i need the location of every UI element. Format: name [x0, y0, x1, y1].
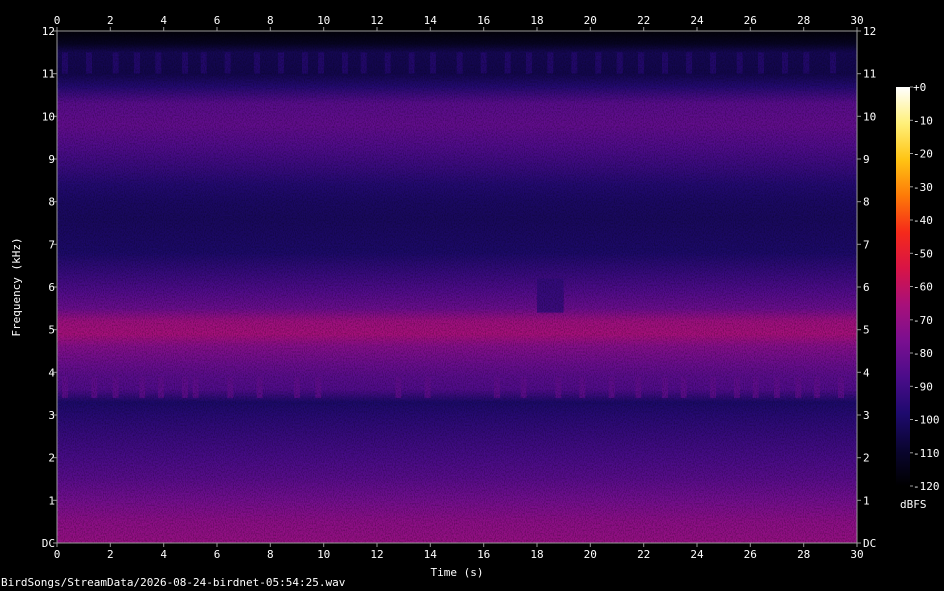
file-name-label: BirdSongs/StreamData/2026-08-24-birdnet-… [1, 576, 346, 589]
colorbar-tick-label: -40 [913, 214, 933, 227]
y-tick-label: 8 [863, 196, 870, 209]
y-tick-label: 6 [48, 281, 55, 294]
x-tick-label: 10 [317, 14, 330, 27]
x-axis-label: Time (s) [431, 566, 484, 579]
x-tick-label: 10 [317, 548, 330, 561]
y-tick-label: 12 [42, 25, 55, 38]
y-tick-label: 7 [863, 238, 870, 251]
x-tick-label: 22 [637, 14, 650, 27]
y-tick-label: 7 [48, 238, 55, 251]
y-tick-label: 1 [863, 494, 870, 507]
x-tick-label: 30 [850, 14, 863, 27]
colorbar-tick-label: -100 [913, 414, 940, 427]
x-tick-label: 14 [424, 548, 438, 561]
x-tick-label: 20 [584, 14, 597, 27]
x-tick-label: 12 [370, 548, 383, 561]
noise-texture [57, 31, 857, 543]
y-tick-label: DC [42, 537, 55, 550]
x-tick-label: 8 [267, 14, 274, 27]
x-tick-label: 26 [744, 14, 757, 27]
y-tick-label: 1 [48, 494, 55, 507]
y-tick-label: 5 [48, 324, 55, 337]
colorbar-tick-label: -80 [913, 347, 933, 360]
y-tick-label: 12 [863, 25, 876, 38]
x-tick-label: 16 [477, 548, 490, 561]
x-tick-label: 28 [797, 14, 810, 27]
y-tick-label: 10 [863, 110, 876, 123]
x-tick-label: 24 [690, 548, 704, 561]
x-tick-label: 24 [690, 14, 704, 27]
x-tick-label: 18 [530, 548, 543, 561]
x-tick-label: 2 [107, 14, 114, 27]
y-tick-label: 6 [863, 281, 870, 294]
colorbar-tick-label: -110 [913, 447, 940, 460]
y-tick-label: 4 [48, 366, 55, 379]
y-tick-label: DC [863, 537, 876, 550]
x-tick-label: 22 [637, 548, 650, 561]
x-tick-label: 2 [107, 548, 114, 561]
colorbar-tick-label: -70 [913, 314, 933, 327]
colorbar-tick-label: -120 [913, 480, 940, 493]
spectrogram-chart: 0022446688101012121414161618182020222224… [10, 14, 940, 579]
x-tick-label: 14 [424, 14, 438, 27]
y-tick-label: 2 [48, 452, 55, 465]
y-tick-label: 2 [863, 452, 870, 465]
y-tick-label: 4 [863, 366, 870, 379]
x-tick-label: 6 [214, 548, 221, 561]
y-tick-label: 8 [48, 196, 55, 209]
colorbar-label: dBFS [900, 498, 927, 511]
x-tick-label: 28 [797, 548, 810, 561]
x-tick-label: 4 [160, 548, 167, 561]
y-tick-label: 11 [42, 68, 55, 81]
colorbar-ticks: +0 -10 -20 -30 -40 -50 -60 -70 -80 -90 -100 -110 -12… [910, 81, 940, 493]
x-tick-label: 20 [584, 548, 597, 561]
colorbar-tick-label: -30 [913, 181, 933, 194]
x-tick-label: 30 [850, 548, 863, 561]
colorbar-tick-label: -50 [913, 247, 933, 260]
x-tick-label: 12 [370, 14, 383, 27]
x-tick-label: 26 [744, 548, 757, 561]
x-tick-label: 16 [477, 14, 490, 27]
colorbar-tick-label: -60 [913, 281, 933, 294]
y-tick-label: 9 [48, 153, 55, 166]
x-tick-label: 18 [530, 14, 543, 27]
colorbar-tick-label: -20 [913, 148, 933, 161]
x-tick-label: 4 [160, 14, 167, 27]
colorbar: +0 -10 -20 -30 -40 -50 -60 -70 -80 -90 -100 -110 -12… [896, 81, 940, 511]
colorbar-tick-label: -90 [913, 380, 933, 393]
x-tick-label: 8 [267, 548, 274, 561]
y-tick-label: 11 [863, 68, 876, 81]
y-tick-label: 5 [863, 324, 870, 337]
y-tick-label: 3 [48, 409, 55, 422]
colorbar-tick-label: +0 [913, 81, 926, 94]
y-tick-label: 9 [863, 153, 870, 166]
x-tick-label: 6 [214, 14, 221, 27]
y-axis-label: Frequency (kHz) [10, 237, 23, 336]
colorbar-scale [896, 87, 910, 486]
y-tick-label: 10 [42, 110, 55, 123]
y-tick-label: 3 [863, 409, 870, 422]
colorbar-tick-label: -10 [913, 114, 933, 127]
